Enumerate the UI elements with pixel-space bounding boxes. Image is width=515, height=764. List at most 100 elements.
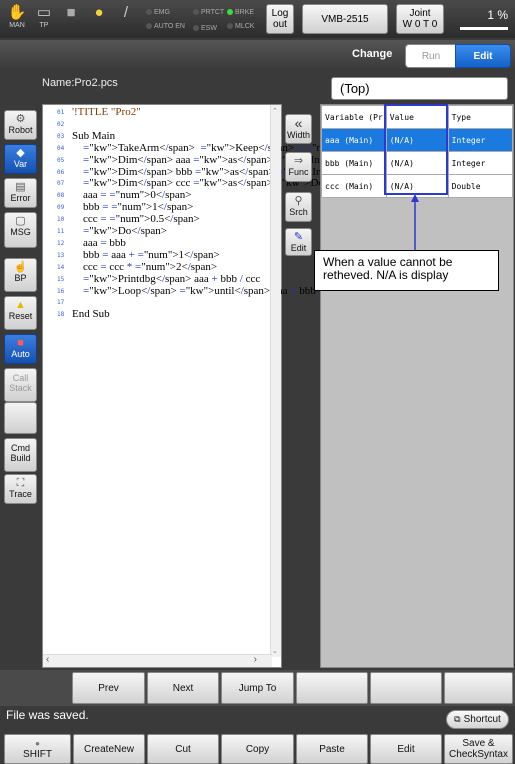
- auto-en-lamp: AUTO EN: [146, 22, 185, 31]
- trace-label: Trace: [9, 489, 32, 499]
- error-button[interactable]: ▤ Error: [4, 178, 37, 208]
- msg-button[interactable]: ▢ MSG: [4, 212, 37, 248]
- cmd-build-button[interactable]: Cmd Build: [4, 438, 37, 472]
- scroll-right-icon[interactable]: ›: [254, 654, 257, 665]
- paste-button[interactable]: Paste: [296, 734, 368, 764]
- code-line[interactable]: '!TITLE "Pro2": [72, 107, 141, 118]
- width-button[interactable]: «Width: [285, 114, 312, 144]
- column-header-variable[interactable]: Variable (Pr: [321, 105, 387, 129]
- editor-vertical-scrollbar[interactable]: ⌃ ⌄: [270, 105, 281, 657]
- teach-pendant-icon[interactable]: ▭ TP: [33, 4, 55, 34]
- search-button[interactable]: ⚲ Srch: [285, 192, 312, 222]
- code-line[interactable]: Sub Main: [72, 130, 115, 142]
- wrench-icon[interactable]: /: [115, 4, 137, 34]
- line-number: 07: [57, 180, 65, 188]
- scope-selector[interactable]: (Top): [331, 77, 508, 100]
- variable-type-cell: Integer: [447, 151, 514, 175]
- robot-icon: ⚙: [15, 113, 26, 125]
- trace-icon: ⛶: [16, 477, 25, 489]
- scroll-left-icon[interactable]: ‹: [46, 654, 49, 665]
- breakpoint-button[interactable]: ☝ BP: [4, 258, 37, 292]
- func-button[interactable]: ⇒ Func: [285, 152, 312, 182]
- variable-name-cell: bbb (Main): [321, 151, 387, 175]
- esw-lamp: ESW: [193, 24, 217, 33]
- save-check-syntax-button[interactable]: Save & CheckSyntax: [444, 734, 513, 764]
- man-label: MAN: [9, 22, 25, 29]
- variable-name-cell: ccc (Main): [321, 174, 387, 198]
- create-new-button[interactable]: CreateNew: [73, 734, 145, 764]
- editor-horizontal-scrollbar[interactable]: ‹ ›: [43, 654, 272, 667]
- call-stack-button[interactable]: Call Stack: [4, 368, 37, 402]
- line-number: 13: [57, 251, 65, 259]
- jump-to-button[interactable]: Jump To: [221, 672, 294, 704]
- edit-side-button[interactable]: ✎ Edit: [285, 228, 312, 256]
- code-line[interactable]: ccc = ccc * ="num">2</span>: [72, 261, 217, 273]
- variable-name-cell: aaa (Main): [321, 128, 387, 152]
- line-number: 12: [57, 239, 65, 247]
- code-line[interactable]: aaa = bbb: [72, 237, 126, 249]
- edit-side-label: Edit: [290, 243, 307, 253]
- nav-blank-button-3[interactable]: [444, 672, 513, 704]
- brke-lamp: BRKE: [227, 8, 254, 17]
- shortcut-button[interactable]: ⧉ Shortcut: [446, 710, 509, 729]
- robot-label: Robot: [8, 125, 33, 135]
- line-number: 15: [57, 275, 65, 283]
- robot-name-button[interactable]: VMB-2515: [302, 4, 388, 34]
- cut-button[interactable]: Cut: [147, 734, 219, 764]
- error-icon: ▤: [15, 181, 26, 193]
- prtct-lamp: PRTCT: [193, 8, 224, 17]
- scroll-up-icon[interactable]: ⌃: [272, 107, 278, 115]
- code-line[interactable]: End Sub: [72, 309, 110, 320]
- copy-button[interactable]: Copy: [221, 734, 294, 764]
- callout-arrow-icon: [411, 194, 419, 250]
- edit-mode-button[interactable]: Edit: [455, 44, 511, 68]
- logout-button[interactable]: Log out: [266, 4, 294, 34]
- shortcut-label: Shortcut: [463, 714, 501, 725]
- var-label: Var: [13, 159, 28, 169]
- code-line[interactable]: bbb = ="num">1</span>: [72, 202, 193, 213]
- annotation-callout: When a value cannot be retheved. N/A is …: [314, 250, 499, 291]
- speed-value: 1 %: [487, 8, 508, 22]
- nav-blank-button-2[interactable]: [370, 672, 442, 704]
- line-number: 14: [57, 263, 65, 271]
- blank-button[interactable]: [4, 402, 37, 434]
- run-mode-button[interactable]: Run: [405, 44, 457, 68]
- search-label: Srch: [289, 207, 308, 217]
- prev-button[interactable]: Prev: [72, 672, 145, 704]
- speed-bar: [460, 27, 508, 30]
- stop-icon[interactable]: ■: [60, 4, 82, 34]
- line-number: 02: [57, 120, 65, 128]
- shift-button[interactable]: ● SHIFT: [4, 734, 71, 764]
- code-editor[interactable]: 01 02 03 04 05 06 07 08 09 10 11 12 13 14 15 16 17 18 '!T…: [42, 104, 388, 668]
- line-number: 10: [57, 216, 65, 224]
- edit-command-button[interactable]: Edit: [370, 734, 442, 764]
- line-number: 17: [57, 299, 65, 307]
- code-line[interactable]: ="kw">Loop</span> ="kw">until</span> aaa…: [72, 285, 339, 297]
- line-number: 03: [57, 132, 65, 140]
- next-button[interactable]: Next: [147, 672, 219, 704]
- shortcut-icon: ⧉: [454, 714, 461, 724]
- column-header-type[interactable]: Type: [447, 105, 514, 129]
- trace-button[interactable]: ⛶ Trace: [4, 474, 37, 504]
- top-status-bar: ✋ MAN ▭ TP ■ ● / EMG PRTCT BRKE AUTO EN ES…: [0, 0, 515, 38]
- nav-blank-button-1[interactable]: [296, 672, 368, 704]
- var-button[interactable]: ◆ Var: [4, 144, 37, 174]
- line-number: 09: [57, 204, 65, 212]
- code-line[interactable]: bbb = aaa + ="num">1</span>: [72, 249, 220, 261]
- emg-lamp: EMG: [146, 8, 170, 17]
- manual-mode-icon[interactable]: ✋ MAN: [6, 4, 28, 34]
- robot-button[interactable]: ⚙ Robot: [4, 110, 37, 140]
- scroll-down-icon[interactable]: ⌄: [272, 647, 278, 655]
- code-line[interactable]: ccc = ="num">0.5</span>: [72, 214, 200, 225]
- auto-button[interactable]: ■ Auto: [4, 334, 37, 364]
- reset-label: Reset: [8, 311, 33, 321]
- speed-indicator[interactable]: 1 %: [460, 8, 508, 30]
- code-line[interactable]: ="kw">Do</span>: [72, 226, 167, 237]
- message-icon: ▢: [15, 215, 26, 227]
- reset-button[interactable]: ▲ Reset: [4, 296, 37, 330]
- joint-button[interactable]: Joint W 0 T 0: [396, 4, 444, 34]
- warning-icon: ▲: [15, 299, 26, 311]
- code-line[interactable]: ="kw">Printdbg</span> aaa + bbb / ccc: [72, 273, 260, 285]
- code-line[interactable]: aaa = ="num">0</span>: [72, 190, 191, 201]
- lightbulb-icon[interactable]: ●: [88, 4, 110, 34]
